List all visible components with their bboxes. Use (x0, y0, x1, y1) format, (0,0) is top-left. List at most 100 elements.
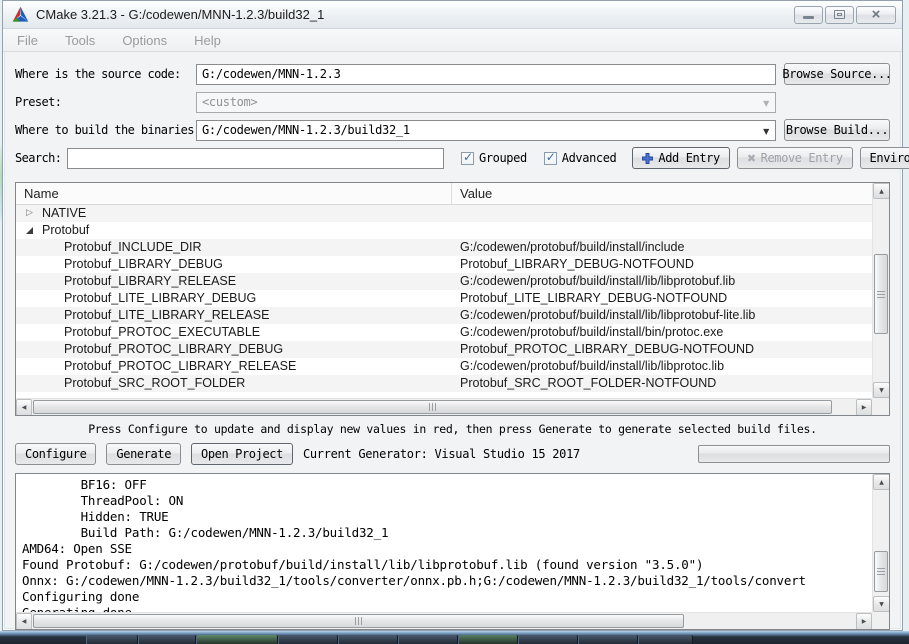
search-input[interactable] (67, 147, 444, 169)
chevron-down-icon: ▼ (763, 98, 769, 108)
scroll-left-icon[interactable]: ◀ (16, 613, 32, 629)
table-vertical-scrollbar[interactable]: ▲ ▼ (872, 183, 889, 398)
table-row[interactable]: Protobuf_SRC_ROOT_FOLDER Protobuf_SRC_RO… (16, 375, 872, 392)
output-line: ThreadPool: ON (22, 493, 184, 508)
scroll-down-icon[interactable]: ▼ (873, 382, 889, 398)
menu-file[interactable]: File (17, 33, 38, 48)
maximize-icon (834, 10, 845, 19)
taskbar-button[interactable] (338, 635, 398, 644)
table-row[interactable]: Protobuf_LITE_LIBRARY_DEBUG Protobuf_LIT… (16, 290, 872, 307)
taskbar-button[interactable] (398, 635, 458, 644)
open-project-button[interactable]: Open Project (191, 443, 293, 465)
action-row: Configure Generate Open Project Current … (15, 442, 890, 466)
menu-tools[interactable]: Tools (65, 33, 95, 48)
maximize-button[interactable] (825, 5, 854, 24)
remove-entry-button: ✖ Remove Entry (736, 147, 853, 169)
taskbar-button[interactable] (86, 635, 138, 644)
grouped-label: Grouped (479, 151, 527, 165)
scroll-up-icon[interactable]: ▲ (873, 474, 889, 490)
configure-button[interactable]: Configure (15, 443, 97, 465)
chevron-down-icon[interactable]: ▼ (763, 127, 769, 136)
taskbar-button[interactable] (138, 635, 196, 644)
environment-button[interactable]: Environment... (859, 147, 909, 169)
current-generator-label: Current Generator: Visual Studio 15 2017 (302, 447, 580, 461)
scroll-right-icon[interactable]: ▶ (856, 613, 872, 629)
table-body: NATIVE Protobuf Protobuf_INCLUDE_DIR G:/… (16, 205, 872, 392)
advanced-checkbox[interactable]: ✓ (543, 149, 557, 165)
scrollbar-thumb[interactable] (874, 253, 888, 335)
grouped-checkbox-group: ✓ Grouped (461, 149, 527, 165)
configure-hint-text: Press Configure to update and display ne… (88, 422, 817, 436)
output-line: Hidden: TRUE (22, 509, 169, 524)
x-icon: ✖ (746, 151, 756, 165)
taskbar-button[interactable] (196, 635, 278, 644)
advanced-label: Advanced (561, 151, 617, 165)
scrollbar-corner (872, 612, 889, 629)
search-label: Search: (15, 151, 62, 165)
advanced-checkbox-group: ✓ Advanced (543, 149, 617, 165)
expand-arrow-icon[interactable] (26, 205, 42, 222)
plus-icon (642, 152, 654, 164)
table-row[interactable]: Protobuf_LIBRARY_RELEASE G:/codewen/prot… (16, 273, 872, 290)
table-row[interactable]: Protobuf_PROTOC_LIBRARY_RELEASE G:/codew… (16, 358, 872, 375)
scrollbar-thumb[interactable] (33, 614, 684, 628)
cmake-logo-icon (12, 6, 29, 22)
menubar: File Tools Options Help (3, 29, 902, 52)
scroll-up-icon[interactable]: ▲ (873, 183, 889, 199)
output-line: AMD64: Open SSE (22, 541, 132, 556)
taskbar-button[interactable] (638, 635, 693, 644)
generate-button[interactable]: Generate (106, 443, 182, 465)
column-header-value[interactable]: Value (452, 183, 872, 204)
progress-bar (698, 445, 890, 463)
build-row: Where to build the binaries: G:/codewen/… (15, 119, 890, 141)
table-horizontal-scrollbar[interactable]: ◀ ▶ (16, 398, 872, 415)
output-line: Build Path: G:/codewen/MNN-1.2.3/build32… (22, 525, 389, 540)
close-button[interactable]: × (856, 5, 896, 24)
table-row[interactable]: Protobuf_LIBRARY_DEBUG Protobuf_LIBRARY_… (16, 256, 872, 273)
output-vertical-scrollbar[interactable]: ▲ ▼ (872, 474, 889, 612)
taskbar-button[interactable] (518, 635, 578, 644)
close-icon: × (871, 6, 881, 23)
source-label: Where is the source code: (15, 67, 181, 81)
build-path-combobox[interactable]: G:/codewen/MNN-1.2.3/build32_1 ▼ (196, 119, 776, 141)
browse-source-button[interactable]: Browse Source... (782, 63, 892, 85)
table-row[interactable]: NATIVE (16, 205, 872, 222)
titlebar: CMake 3.21.3 - G:/codewen/MNN-1.2.3/buil… (3, 1, 902, 29)
table-row[interactable]: Protobuf_INCLUDE_DIR G:/codewen/protobuf… (16, 239, 872, 256)
table-row[interactable]: Protobuf_PROTOC_EXECUTABLE G:/codewen/pr… (16, 324, 872, 341)
taskbar (0, 631, 909, 644)
table-row[interactable]: Protobuf (16, 222, 872, 239)
cache-variables-table: Name Value NATIVE Protobuf Protobuf_INCL… (15, 182, 890, 416)
grouped-checkbox[interactable]: ✓ (461, 149, 474, 165)
output-log-pane: BF16: OFF ThreadPool: ON Hidden: TRUE Bu… (15, 473, 890, 630)
output-line: Generating done (22, 605, 872, 612)
cmake-window: CMake 3.21.3 - G:/codewen/MNN-1.2.3/buil… (2, 0, 909, 631)
minimize-button[interactable] (794, 5, 823, 24)
window-title: CMake 3.21.3 - G:/codewen/MNN-1.2.3/buil… (36, 7, 325, 22)
scroll-right-icon[interactable]: ▶ (856, 399, 872, 415)
menu-options[interactable]: Options (122, 33, 167, 48)
check-icon: ✓ (463, 149, 474, 164)
table-row[interactable]: Protobuf_LITE_LIBRARY_RELEASE G:/codewen… (16, 307, 872, 324)
preset-combobox: <custom> ▼ (196, 91, 776, 113)
preset-row: Preset: <custom> ▼ (15, 91, 890, 113)
output-horizontal-scrollbar[interactable]: ◀ ▶ (16, 612, 872, 629)
scrollbar-thumb[interactable] (33, 400, 833, 414)
column-header-name[interactable]: Name (16, 183, 452, 204)
taskbar-button[interactable] (458, 635, 518, 644)
source-row: Where is the source code: G:/codewen/MNN… (15, 63, 892, 85)
check-icon: ✓ (545, 149, 556, 164)
table-row[interactable]: Protobuf_PROTOC_LIBRARY_DEBUG Protobuf_P… (16, 341, 872, 358)
menu-help[interactable]: Help (194, 33, 221, 48)
scroll-down-icon[interactable]: ▼ (873, 596, 889, 612)
add-entry-button[interactable]: Add Entry (632, 147, 730, 169)
scroll-left-icon[interactable]: ◀ (16, 399, 32, 415)
collapse-arrow-icon[interactable] (26, 227, 42, 234)
taskbar-button[interactable] (278, 635, 338, 644)
output-line: Found Protobuf: G:/codewen/protobuf/buil… (22, 557, 704, 572)
browse-build-button[interactable]: Browse Build... (784, 119, 890, 141)
taskbar-button[interactable] (578, 635, 638, 644)
scrollbar-thumb[interactable] (874, 551, 888, 592)
build-label: Where to build the binaries: (15, 123, 196, 137)
source-path-input[interactable]: G:/codewen/MNN-1.2.3 (196, 63, 776, 85)
